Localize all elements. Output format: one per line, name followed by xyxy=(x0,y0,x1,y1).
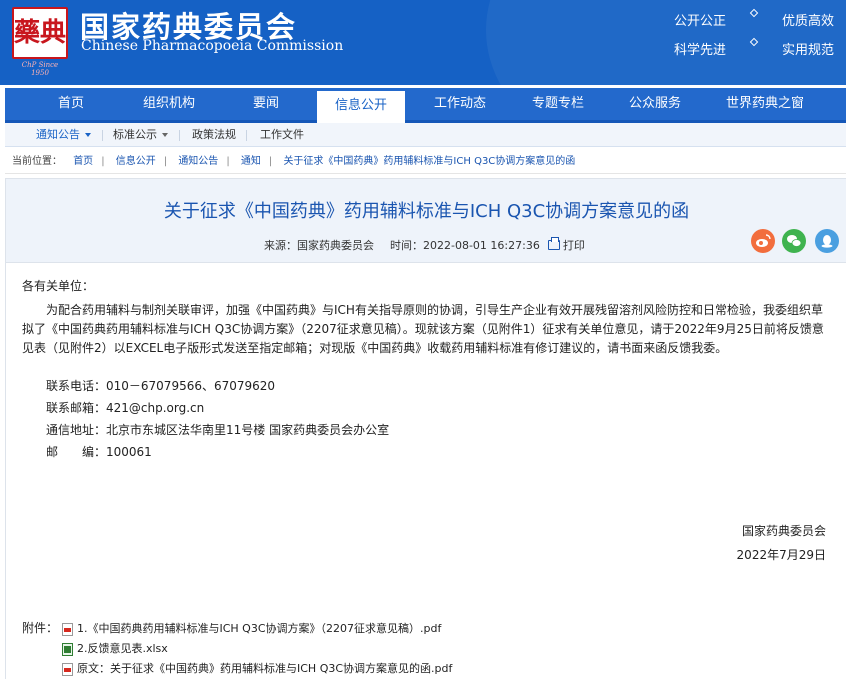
main-nav: 首页 组织机构 要闻 信息公开 工作动态 专题专栏 公众服务 世界药典之窗 xyxy=(5,88,846,123)
slogan: 科学先进 xyxy=(674,43,727,58)
breadcrumb-separator: | xyxy=(226,156,230,167)
nav-item-special-topics[interactable]: 专题专栏 xyxy=(510,88,606,120)
subnav-item-work-files[interactable]: 工作文件 xyxy=(260,123,304,147)
greeting: 各有关单位： xyxy=(22,279,95,293)
attachment-name: 1.《中国药典药用辅料标准与ICH Q3C协调方案》（2207征求意见稿）.pd… xyxy=(77,622,442,635)
article: 关于征求《中国药典》药用辅料标准与ICH Q3C协调方案意见的函 来源：国家药典… xyxy=(5,178,846,679)
signature-date: 2022年7月29日 xyxy=(736,548,826,562)
print-link[interactable]: 打印 xyxy=(563,239,585,252)
attachment-link[interactable]: 1.《中国药典药用辅料标准与ICH Q3C协调方案》（2207征求意见稿）.pd… xyxy=(62,619,452,639)
excel-icon xyxy=(62,642,73,656)
org-name-en: Chinese Pharmacopoeia Commission xyxy=(81,38,344,54)
breadcrumb-notice[interactable]: 通知 xyxy=(241,156,261,167)
chevron-down-icon xyxy=(162,133,168,137)
article-header: 关于征求《中国药典》药用辅料标准与ICH Q3C协调方案意见的函 来源：国家药典… xyxy=(6,179,846,263)
time-value: 2022-08-01 16:27:36 xyxy=(423,239,540,252)
signature: 国家药典委员会 xyxy=(741,524,826,538)
nav-item-organization[interactable]: 组织机构 xyxy=(123,88,215,120)
diamond-icon xyxy=(749,37,759,47)
attachments-label: 附件： xyxy=(22,621,59,635)
nav-item-info-disclosure[interactable]: 信息公开 xyxy=(317,88,405,123)
contact-phone: 联系电话：010－67079566、67079620 xyxy=(46,379,276,393)
main-nav-wrapper: 首页 组织机构 要闻 信息公开 工作动态 专题专栏 公众服务 世界药典之窗 xyxy=(0,85,846,123)
diamond-icon xyxy=(749,8,759,18)
logo-since: ChP Since 1950 xyxy=(21,61,59,77)
sub-nav: 通知公告 标准公示 政策法规 工作文件 xyxy=(5,123,846,147)
attachment-link[interactable]: 原文：关于征求《中国药典》药用辅料标准与ICH Q3C协调方案意见的函.pdf xyxy=(62,659,452,679)
breadcrumb-current[interactable]: 关于征求《中国药典》药用辅料标准与ICH Q3C协调方案意见的函 xyxy=(283,156,575,167)
attachment-name: 原文：关于征求《中国药典》药用辅料标准与ICH Q3C协调方案意见的函.pdf xyxy=(77,662,453,675)
breadcrumb: 当前位置： 首页 | 信息公开 | 通知公告 | 通知 | 关于征求《中国药典》药用辅料… xyxy=(5,150,846,174)
breadcrumb-prefix: 当前位置： xyxy=(12,156,62,167)
attachment-name: 2.反馈意见表.xlsx xyxy=(77,642,168,655)
attachments-list: 1.《中国药典药用辅料标准与ICH Q3C协调方案》（2207征求意见稿）.pd… xyxy=(62,619,452,679)
subnav-item-notices[interactable]: 通知公告 xyxy=(36,123,91,147)
slogan: 公开公正 xyxy=(674,14,727,29)
qq-icon[interactable] xyxy=(815,229,839,253)
nav-item-news[interactable]: 要闻 xyxy=(220,88,312,120)
logo-glyph: 藥典 xyxy=(14,18,67,48)
contact-address: 通信地址：北京市东城区法华南里11号楼 国家药典委员会办公室 xyxy=(46,423,390,437)
slogan: 实用规范 xyxy=(781,43,834,58)
pdf-icon xyxy=(62,662,73,676)
breadcrumb-info-disclosure[interactable]: 信息公开 xyxy=(116,156,156,167)
article-body: 各有关单位： 为配合药用辅料与制剂关联审评，加强《中国药典》与ICH有关指导原则… xyxy=(22,277,832,358)
time-label: 时间： xyxy=(390,239,423,252)
contact-info: 联系电话：010－67079566、67079620 联系邮箱：421@chp.… xyxy=(46,375,389,463)
contact-email[interactable]: 联系邮箱：421@chp.org.cn xyxy=(46,397,389,419)
breadcrumb-separator: | xyxy=(163,156,168,167)
contact-postcode: 邮 编：100061 xyxy=(46,445,152,459)
divider xyxy=(179,130,180,141)
nav-item-public-service[interactable]: 公众服务 xyxy=(607,88,703,120)
weibo-icon[interactable] xyxy=(751,229,775,253)
divider xyxy=(102,130,103,141)
nav-item-world-pharmacopoeia[interactable]: 世界药典之窗 xyxy=(705,88,825,120)
body-paragraph: 为配合药用辅料与制剂关联审评，加强《中国药典》与ICH有关指导原则的协调，引导生… xyxy=(22,303,824,355)
subnav-item-standards[interactable]: 标准公示 xyxy=(113,123,168,147)
logo-seal[interactable]: 藥典 xyxy=(12,7,68,59)
chevron-down-icon xyxy=(85,133,91,137)
article-meta: 来源：国家药典委员会 时间：2022-08-01 16:27:36 打印 xyxy=(264,237,585,253)
breadcrumb-notices[interactable]: 通知公告 xyxy=(178,156,218,167)
subnav-item-policies[interactable]: 政策法规 xyxy=(192,123,236,147)
source-value: 国家药典委员会 xyxy=(297,239,374,252)
subnav-label: 通知公告 xyxy=(36,128,80,141)
site-header: 藥典 ChP Since 1950 国家药典委员会 Chinese Pharma… xyxy=(0,0,846,85)
nav-item-home[interactable]: 首页 xyxy=(25,88,117,120)
wechat-icon[interactable] xyxy=(782,229,806,253)
signature-block: 国家药典委员会 2022年7月29日 xyxy=(737,519,826,567)
divider xyxy=(246,130,247,141)
pdf-icon xyxy=(62,622,73,636)
subnav-label: 标准公示 xyxy=(113,128,157,141)
breadcrumb-separator: | xyxy=(268,156,273,167)
breadcrumb-separator: | xyxy=(101,156,105,167)
printer-icon[interactable] xyxy=(547,237,560,250)
breadcrumb-home[interactable]: 首页 xyxy=(73,156,93,167)
attachment-link[interactable]: 2.反馈意见表.xlsx xyxy=(62,639,452,659)
slogans: 公开公正 优质高效 科学先进 实用规范 xyxy=(674,8,834,68)
slogan: 优质高效 xyxy=(781,14,834,29)
source-label: 来源： xyxy=(264,239,297,252)
nav-item-work-updates[interactable]: 工作动态 xyxy=(412,88,508,120)
article-title: 关于征求《中国药典》药用辅料标准与ICH Q3C协调方案意见的函 xyxy=(163,201,690,222)
